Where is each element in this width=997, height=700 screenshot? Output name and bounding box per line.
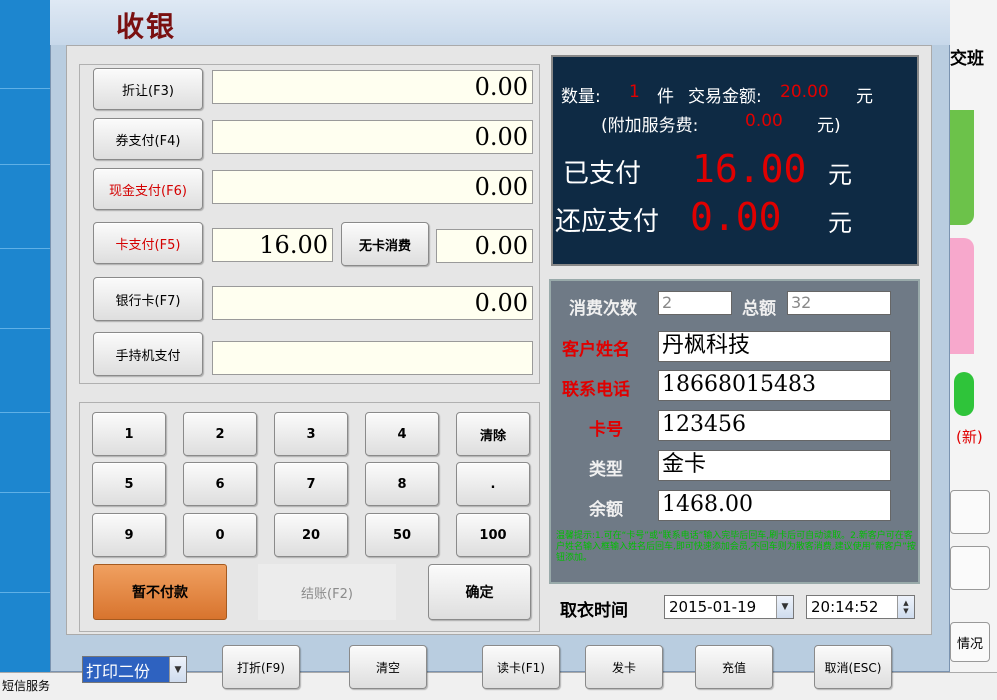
discount-f9-button[interactable]: 打折(F9) — [222, 645, 300, 689]
paid-value: 16.00 — [692, 147, 807, 191]
paid-label: 已支付 — [563, 159, 642, 189]
background-right-panel: 交班 (新) 情况 — [948, 0, 997, 700]
handheld-field[interactable] — [212, 341, 533, 375]
visits-label: 消费次数 — [569, 299, 637, 319]
fee-value: 0.00 — [745, 111, 783, 131]
visits-field[interactable]: 2 — [658, 291, 732, 315]
background-label-new: (新) — [956, 428, 983, 446]
total-field[interactable]: 32 — [787, 291, 891, 315]
background-green-tile — [948, 110, 974, 225]
key-4[interactable]: 4 — [365, 412, 439, 456]
amount-label: 交易金额: — [688, 87, 762, 107]
bank-card-button[interactable]: 银行卡(F7) — [93, 277, 203, 321]
qty-value: 1 — [629, 82, 640, 102]
print-copies-value: 打印二份 — [86, 661, 151, 681]
card-pay-field[interactable]: 16.00 — [212, 228, 333, 262]
key-7[interactable]: 7 — [274, 462, 348, 506]
card-type-label: 类型 — [589, 460, 623, 480]
recharge-button[interactable]: 充值 — [695, 645, 773, 689]
confirm-button[interactable]: 确定 — [428, 564, 531, 620]
cash-field[interactable]: 0.00 — [212, 170, 533, 204]
background-pink-tile — [948, 238, 974, 354]
key-clear[interactable]: 清除 — [456, 412, 530, 456]
background-chat-icon — [954, 372, 974, 416]
balance-label: 余额 — [589, 500, 623, 520]
hint-text: 温馨提示:1.可在“卡号”或“联系电话”输入完毕后回车,刷卡后可自动读取。2.新… — [556, 531, 916, 563]
defer-payment-button[interactable]: 暂不付款 — [93, 564, 227, 620]
pickup-date-value: 2015-01-19 — [669, 598, 757, 616]
qty-label: 数量: — [561, 87, 601, 107]
pickup-time-label: 取衣时间 — [560, 601, 628, 621]
key-dot[interactable]: . — [456, 462, 530, 506]
qty-unit: 件 — [657, 87, 674, 107]
background-nav-item — [0, 88, 52, 165]
cancel-button[interactable]: 取消(ESC) — [814, 645, 892, 689]
discount-field[interactable]: 0.00 — [212, 70, 533, 104]
due-label: 还应支付 — [555, 207, 660, 237]
fee-prefix: (附加服务费: — [601, 116, 699, 136]
chevron-down-icon[interactable]: ▼ — [776, 596, 793, 618]
pickup-time-picker[interactable]: 20:14:52 ▲ ▼ — [806, 595, 915, 619]
fee-suffix: 元) — [817, 116, 841, 136]
print-copies-select[interactable]: 打印二份 ▼ — [82, 656, 187, 683]
amount-value: 20.00 — [780, 82, 829, 102]
background-nav-item — [0, 0, 52, 89]
background-button[interactable] — [950, 490, 990, 534]
customer-name-label: 客户姓名 — [562, 340, 630, 360]
background-nav-item — [0, 164, 52, 249]
amount-unit: 元 — [856, 87, 873, 107]
discount-button[interactable]: 折让(F3) — [93, 68, 203, 110]
due-value: 0.00 — [690, 195, 782, 239]
checkout-button[interactable]: 结账(F2) — [258, 564, 396, 620]
paid-unit: 元 — [828, 161, 852, 189]
key-9[interactable]: 9 — [92, 513, 166, 557]
background-status-text: 短信服务 — [2, 679, 51, 693]
customer-name-field[interactable]: 丹枫科技 — [658, 331, 891, 362]
background-button[interactable] — [950, 546, 990, 590]
dialog-title-bar — [50, 0, 950, 45]
key-5[interactable]: 5 — [92, 462, 166, 506]
pickup-date-picker[interactable]: 2015-01-19 ▼ — [664, 595, 794, 619]
key-100[interactable]: 100 — [456, 513, 530, 557]
key-20[interactable]: 20 — [274, 513, 348, 557]
read-card-button[interactable]: 读卡(F1) — [482, 645, 560, 689]
background-sidebar — [0, 0, 52, 700]
key-0[interactable]: 0 — [183, 513, 257, 557]
cash-button[interactable]: 现金支付(F6) — [93, 168, 203, 210]
bank-card-field[interactable]: 0.00 — [212, 286, 533, 320]
clear-button[interactable]: 清空 — [349, 645, 427, 689]
key-50[interactable]: 50 — [365, 513, 439, 557]
background-label-shift: 交班 — [950, 49, 984, 69]
key-2[interactable]: 2 — [183, 412, 257, 456]
key-1[interactable]: 1 — [92, 412, 166, 456]
no-card-field[interactable]: 0.00 — [436, 229, 533, 263]
spin-arrows-icon[interactable]: ▲ ▼ — [897, 596, 914, 618]
coupon-field[interactable]: 0.00 — [212, 120, 533, 154]
card-pay-button[interactable]: 卡支付(F5) — [93, 222, 203, 264]
phone-label: 联系电话 — [562, 380, 630, 400]
background-button-status[interactable]: 情况 — [950, 622, 990, 662]
background-nav-item — [0, 328, 52, 413]
card-type-field[interactable]: 金卡 — [658, 450, 891, 481]
chevron-down-icon[interactable]: ▼ — [169, 657, 186, 682]
phone-field[interactable]: 18668015483 — [658, 370, 891, 401]
no-card-button[interactable]: 无卡消费 — [341, 222, 429, 266]
dialog-title: 收银 — [116, 10, 177, 43]
card-number-field[interactable]: 123456 — [658, 410, 891, 441]
background-nav-item — [0, 492, 52, 593]
background-nav-item — [0, 248, 52, 329]
key-6[interactable]: 6 — [183, 462, 257, 506]
due-unit: 元 — [828, 209, 852, 237]
issue-card-button[interactable]: 发卡 — [585, 645, 663, 689]
handheld-button[interactable]: 手持机支付 — [93, 332, 203, 376]
key-3[interactable]: 3 — [274, 412, 348, 456]
card-number-label: 卡号 — [589, 420, 623, 440]
coupon-button[interactable]: 券支付(F4) — [93, 118, 203, 160]
total-label: 总额 — [742, 299, 776, 319]
key-8[interactable]: 8 — [365, 462, 439, 506]
pickup-time-value: 20:14:52 — [811, 598, 879, 616]
balance-field[interactable]: 1468.00 — [658, 490, 891, 521]
background-nav-item — [0, 412, 52, 493]
